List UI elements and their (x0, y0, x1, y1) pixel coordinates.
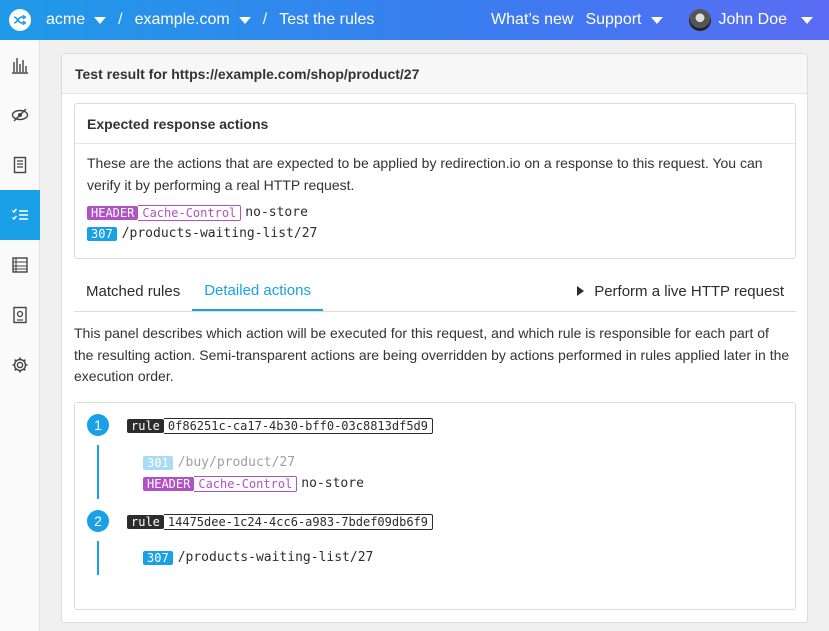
header-value: no-store (245, 205, 308, 220)
play-icon (577, 286, 585, 296)
sidebar-item-analytics[interactable] (0, 40, 40, 90)
support-label: Support (585, 11, 642, 28)
step-status-action: 307 /products-waiting-list/27 (143, 547, 373, 568)
header-name-badge: Cache-Control (194, 475, 298, 492)
checklist-icon (12, 208, 28, 221)
step-connector (97, 445, 99, 499)
expected-actions-panel: Expected response actions These are the … (74, 103, 796, 259)
chevron-down-icon (801, 16, 813, 24)
sidebar-item-rules[interactable] (0, 140, 40, 190)
step-header-action: HEADER Cache-Control no-store (143, 473, 364, 494)
rule-badge: rule (127, 418, 164, 433)
chevron-down-icon (94, 16, 107, 24)
breadcrumb-separator: / (118, 11, 123, 28)
page-title: Test the rules (279, 11, 375, 28)
expected-actions-description: These are the actions that are expected … (87, 155, 763, 193)
gear-icon (12, 357, 28, 373)
header-badge: HEADER (143, 476, 195, 491)
live-request-label: Perform a live HTTP request (594, 282, 784, 300)
status-code-badge: 307 (87, 226, 117, 241)
status-target: /products-waiting-list/27 (121, 226, 318, 241)
whats-new-link[interactable]: What’s new (491, 11, 573, 29)
status-target: /products-waiting-list/27 (177, 550, 374, 565)
sidebar-item-settings[interactable] (0, 340, 40, 390)
sidebar-item-test-rules[interactable] (0, 190, 40, 240)
header-badge: HEADER (87, 205, 139, 220)
step-number: 2 (87, 510, 109, 532)
chevron-down-icon (650, 16, 663, 24)
user-menu[interactable]: John Doe (675, 9, 813, 31)
support-menu[interactable]: Support (585, 11, 663, 29)
test-result-card: Test result for https://example.com/shop… (61, 53, 808, 623)
detailed-actions-description: This panel describes which action will b… (74, 325, 790, 384)
expected-header-action: HEADER Cache-Control no-store (87, 202, 783, 223)
breadcrumb-separator: / (262, 11, 268, 28)
sidebar (0, 40, 40, 631)
expected-actions-title: Expected response actions (75, 104, 795, 144)
expected-status-action: 307 /products-waiting-list/27 (87, 223, 783, 244)
document-icon (13, 156, 27, 174)
avatar (688, 9, 711, 31)
status-code-badge: 301 (143, 455, 173, 470)
sidebar-item-logs[interactable] (0, 90, 40, 140)
sidebar-item-certificates[interactable] (0, 290, 40, 340)
detailed-actions-panel: 1 rule 0f86251c-ca17-4b30-bff0-03c8813df5… (74, 402, 796, 610)
live-request-button[interactable]: Perform a live HTTP request (577, 271, 796, 311)
rule-id: 14475dee-1c24-4cc6-a983-7bdef09db6f9 (163, 513, 433, 530)
rule-id: 0f86251c-ca17-4b30-bff0-03c8813df5d9 (163, 417, 433, 434)
project-selector[interactable]: example.com (135, 11, 251, 29)
step-number: 1 (87, 414, 109, 436)
sidebar-item-instances[interactable] (0, 240, 40, 290)
test-result-title: Test result for https://example.com/shop… (62, 54, 807, 94)
top-bar: acme / example.com / Test the rules What… (0, 0, 829, 40)
chart-icon (12, 58, 28, 74)
header-name-badge: Cache-Control (138, 204, 242, 221)
list-icon (12, 257, 28, 273)
step-rule[interactable]: rule 14475dee-1c24-4cc6-a983-7bdef09db6f9 (127, 511, 433, 532)
chevron-down-icon (238, 16, 251, 24)
org-selector[interactable]: acme (46, 11, 107, 29)
step-connector (97, 541, 99, 575)
result-tabs: Matched rules Detailed actions Perform a… (74, 272, 796, 312)
header-value: no-store (301, 476, 364, 491)
redirection-logo-icon[interactable] (9, 9, 31, 31)
step-status-action: 301 /buy/product/27 (143, 452, 295, 473)
status-target: /buy/product/27 (177, 455, 296, 470)
rule-badge: rule (127, 514, 164, 529)
tab-detailed-actions[interactable]: Detailed actions (192, 271, 323, 311)
user-name: John Doe (718, 11, 788, 28)
certificate-icon (13, 306, 27, 324)
step-rule[interactable]: rule 0f86251c-ca17-4b30-bff0-03c8813df5d9 (127, 415, 433, 436)
status-code-badge: 307 (143, 550, 173, 565)
tab-matched-rules[interactable]: Matched rules (74, 271, 192, 311)
org-name: acme (46, 11, 86, 28)
project-name: example.com (134, 11, 230, 28)
eye-off-icon (11, 108, 29, 122)
